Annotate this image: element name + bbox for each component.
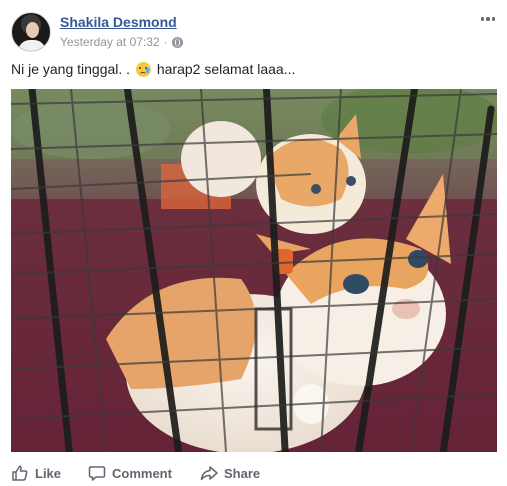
thumbs-up-icon — [12, 465, 28, 481]
like-button[interactable]: Like — [11, 464, 61, 482]
like-label: Like — [35, 465, 62, 481]
post-meta: Yesterday at 07:32 · — [60, 35, 183, 49]
message-text-part-2: harap2 selamat laaa... — [152, 61, 296, 77]
kittens-in-cage-photo — [11, 89, 497, 452]
post-photo[interactable] — [11, 89, 497, 452]
avatar-face — [26, 22, 39, 38]
comment-bubble-icon — [88, 466, 106, 481]
crying-face-emoji-icon — [135, 62, 151, 77]
meta-separator: · — [163, 35, 168, 49]
author-name-link[interactable]: Shakila Desmond — [60, 14, 177, 30]
post-actions-bar: Like Comment Share — [11, 462, 497, 484]
share-label: Share — [224, 465, 261, 481]
avatar[interactable] — [11, 12, 51, 52]
post-message: Ni je yang tinggal. . harap2 selamat laa… — [11, 61, 295, 77]
post-timestamp[interactable]: Yesterday at 07:32 — [60, 35, 160, 49]
comment-label: Comment — [112, 465, 172, 481]
globe-icon[interactable] — [171, 36, 183, 48]
avatar-shirt — [18, 40, 46, 51]
comment-button[interactable]: Comment — [88, 464, 172, 482]
post-card: Shakila Desmond Yesterday at 07:32 · Ni … — [0, 0, 507, 486]
share-button[interactable]: Share — [200, 464, 260, 482]
message-text-part-1: Ni je yang tinggal. . — [11, 61, 134, 77]
share-arrow-icon — [200, 466, 218, 481]
more-options-icon[interactable] — [478, 12, 498, 26]
